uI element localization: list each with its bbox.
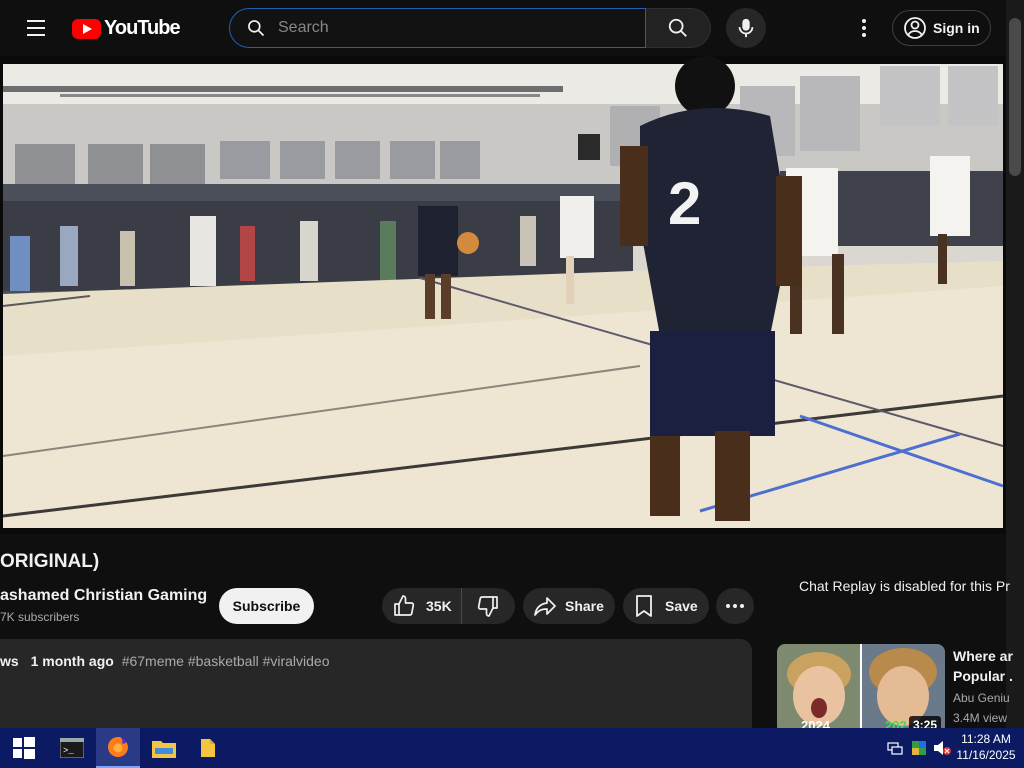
search-icon [248, 20, 265, 37]
windows-start-icon[interactable] [0, 728, 48, 768]
rec-channel[interactable]: Abu Geniu [953, 688, 1010, 708]
settings-menu-icon[interactable] [852, 16, 876, 40]
account-icon [904, 17, 926, 39]
sign-in-label: Sign in [933, 20, 980, 36]
firefox-icon[interactable] [96, 728, 140, 768]
rec-title-line-1: Where ar [953, 648, 1013, 664]
like-count: 35K [426, 598, 452, 614]
chat-replay-notice: Chat Replay is disabled for this Pr [799, 578, 1010, 594]
youtube-play-icon [72, 18, 101, 39]
microphone-icon [738, 18, 754, 38]
clock-time: 11:28 AM [961, 732, 1011, 746]
scrollbar-thumb[interactable] [1009, 18, 1021, 176]
folder-icon[interactable] [188, 728, 228, 768]
clock-date: 11/16/2025 [956, 748, 1016, 762]
tray-app-icon[interactable] [908, 728, 930, 768]
thumbs-down-icon [477, 596, 498, 617]
svg-text:>_: >_ [63, 746, 74, 756]
recommended-video-meta: Abu Geniu 3.4M view [953, 688, 1010, 728]
file-explorer-icon[interactable] [142, 728, 186, 768]
thumbnail-image: 2024 202 3:25 [777, 644, 945, 734]
bookmark-icon [636, 595, 652, 617]
network-icon[interactable] [884, 728, 906, 768]
thumbs-up-icon [394, 595, 415, 616]
hashtags[interactable]: #67meme #basketball #viralvideo [122, 653, 330, 669]
taskbar: >_ [0, 728, 1024, 768]
logo-text: YouTube [104, 17, 181, 39]
sign-in-button[interactable]: Sign in [892, 10, 991, 46]
search-bar [229, 8, 711, 48]
upload-date: 1 month ago [30, 653, 114, 669]
masthead: YouTube Sign in [0, 0, 1006, 56]
share-button[interactable]: Share [523, 588, 615, 624]
channel-name[interactable]: ashamed Christian Gaming [0, 587, 207, 605]
search-input[interactable] [278, 19, 618, 37]
share-icon [534, 597, 556, 616]
recommended-video-title[interactable]: Where ar Popular . [953, 646, 1013, 686]
page-scrollbar[interactable] [1006, 0, 1024, 730]
save-label: Save [665, 598, 698, 614]
search-button[interactable] [646, 8, 711, 48]
save-button[interactable]: Save [623, 588, 709, 624]
youtube-logo[interactable]: YouTube [72, 17, 181, 40]
like-dislike-group: 35K [382, 588, 515, 624]
share-label: Share [565, 598, 604, 614]
dislike-button[interactable] [462, 588, 514, 624]
recommended-video-thumbnail[interactable]: 2024 202 3:25 [777, 644, 945, 734]
video-player[interactable]: 2 [0, 56, 1006, 534]
rec-title-line-2: Popular . [953, 668, 1013, 684]
video-frame: 2 [0, 56, 1006, 534]
description-meta: ws 1 month ago #67meme #basketball #vira… [0, 653, 330, 669]
search-box[interactable] [229, 8, 646, 48]
search-icon [668, 18, 687, 37]
like-button[interactable]: 35K [382, 588, 462, 624]
subscriber-count: 7K subscribers [0, 610, 80, 624]
voice-search-button[interactable] [726, 8, 766, 48]
view-count: ws [0, 653, 19, 669]
terminal-icon[interactable]: >_ [50, 728, 94, 768]
more-actions-button[interactable] [716, 588, 754, 624]
subscribe-button[interactable]: Subscribe [219, 588, 314, 624]
jersey-number: 2 [668, 170, 701, 237]
volume-muted-icon[interactable] [931, 728, 953, 768]
rec-views: 3.4M view [953, 711, 1008, 725]
taskbar-clock[interactable]: 11:28 AM 11/16/2025 [951, 731, 1021, 763]
menu-icon[interactable] [20, 14, 52, 42]
video-title: ORIGINAL) [0, 551, 100, 572]
